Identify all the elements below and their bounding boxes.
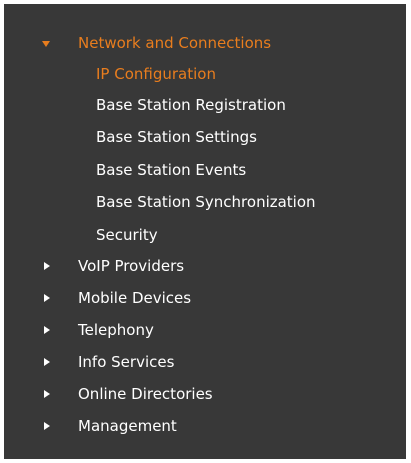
caret-down-icon	[42, 32, 56, 54]
caret-right-icon	[42, 351, 56, 373]
caret-right-icon	[42, 255, 56, 277]
menu-item-label: Management	[78, 417, 177, 435]
caret-right-icon	[42, 415, 56, 437]
submenu-item-label: Base Station Events	[96, 161, 247, 179]
submenu-item-label: Base Station Synchronization	[96, 193, 316, 211]
submenu-item-label: Base Station Settings	[96, 128, 257, 146]
caret-right-icon	[42, 383, 56, 405]
submenu-item-label: Security	[96, 226, 158, 244]
menu-item-label: Online Directories	[78, 385, 213, 403]
menu-item-label: Info Services	[78, 353, 175, 371]
submenu-item-label: IP Configuration	[96, 65, 216, 83]
submenu-item-label: Base Station Registration	[96, 96, 286, 114]
menu-item-label: Telephony	[78, 321, 154, 339]
caret-right-icon	[42, 319, 56, 341]
menu-item-label: Mobile Devices	[78, 289, 192, 307]
menu-item-label: VoIP Providers	[78, 257, 185, 275]
navigation-menu: Network and Connections IP Configuration…	[4, 4, 406, 459]
menu-item-label: Network and Connections	[78, 34, 272, 52]
caret-right-icon	[42, 287, 56, 309]
